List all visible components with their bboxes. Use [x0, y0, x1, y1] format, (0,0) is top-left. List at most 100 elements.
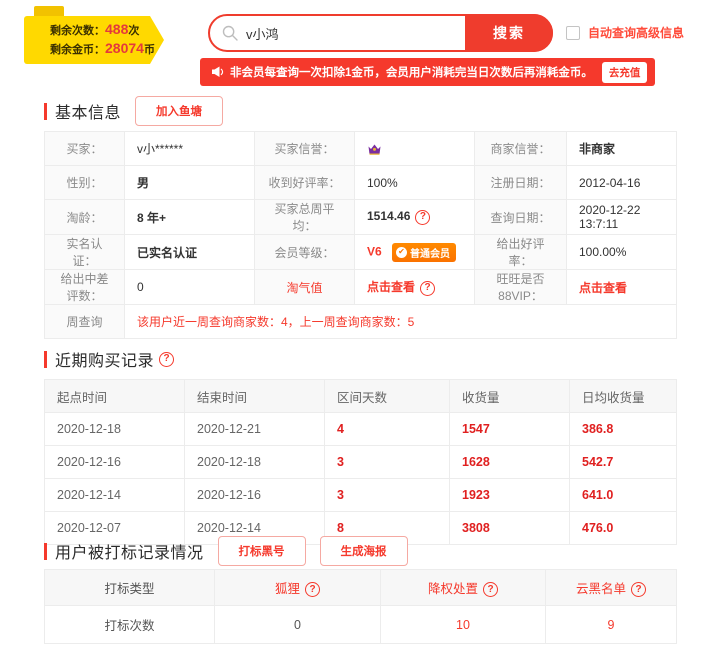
- help-icon-weekly-average[interactable]: ?: [415, 210, 430, 225]
- help-icon-purchase[interactable]: ?: [159, 352, 174, 367]
- field-value-weekly-average: 1514.46?: [355, 200, 475, 235]
- notice-banner: 非会员每查询一次扣除1金币，会员用户消耗完当日次数后再消耗金币。 去充值: [200, 58, 655, 86]
- table-row: 2020-12-18 2020-12-21 4 1547 386.8: [45, 413, 677, 446]
- field-value-naughty-value: 点击查看?: [355, 270, 475, 305]
- col-fox: 狐狸?: [215, 570, 381, 606]
- field-value-gender: 男: [125, 166, 255, 200]
- help-icon-demotion[interactable]: ?: [483, 582, 498, 597]
- col-cloud-blacklist: 云黑名单?: [546, 570, 677, 606]
- auto-query-option[interactable]: 自动查询高级信息: [566, 24, 684, 41]
- megaphone-icon: [210, 65, 225, 79]
- field-value-bad-reviews: 0: [125, 270, 255, 305]
- basic-info-title: 基本信息: [55, 99, 121, 123]
- tag-section-header: 用户被打标记录情况 打标黑号 生成海报: [44, 536, 408, 566]
- purchase-section-header: 近期购买记录 ?: [44, 347, 174, 371]
- field-value-88vip-link[interactable]: 点击查看: [567, 270, 677, 305]
- col-fox-label: 狐狸: [275, 582, 300, 596]
- remaining-coin-value: 28074: [105, 40, 144, 56]
- search-input[interactable]: [246, 26, 476, 41]
- field-label-gender: 性别：: [45, 166, 125, 200]
- field-label-naughty-value: 淘气值: [255, 270, 355, 305]
- col-end-time: 结束时间: [185, 380, 325, 413]
- cell-end-time: 2020-12-18: [185, 446, 325, 479]
- table-header-row: 起点时间 结束时间 区间天数 收货量 日均收货量: [45, 380, 677, 413]
- cell-received-qty: 1923: [450, 479, 570, 512]
- table-row: 2020-12-16 2020-12-18 3 1628 542.7: [45, 446, 677, 479]
- field-value-realname: 已实名认证: [125, 235, 255, 270]
- table-row: 性别： 男 收到好评率： 100% 注册日期： 2012-04-16: [45, 166, 677, 200]
- generate-poster-button[interactable]: 生成海报: [320, 536, 408, 566]
- ribbon-body: 剩余次数：488次 剩余金币：28074币: [24, 16, 164, 64]
- weekly-average-number: 1514.46: [367, 209, 410, 223]
- remaining-coin-line: 剩余金币：28074币: [50, 40, 164, 59]
- field-label-query-date: 查询日期：: [475, 200, 567, 235]
- cell-end-time: 2020-12-21: [185, 413, 325, 446]
- purchase-title: 近期购买记录: [55, 347, 154, 371]
- field-value-query-date: 2020-12-22 13:7:11: [567, 200, 677, 235]
- crown-icon: [367, 142, 382, 156]
- table-row: 实名认证： 已实名认证 会员等级： V6 ✔ 普通会员 给出好评率： 100.0…: [45, 235, 677, 270]
- purchase-records-table: 起点时间 结束时间 区间天数 收货量 日均收货量 2020-12-18 2020…: [44, 379, 677, 545]
- field-value-given-praise: 100.00%: [567, 235, 677, 270]
- cell-received-qty: 1628: [450, 446, 570, 479]
- tag-records-table: 打标类型 狐狸? 降权处置? 云黑名单? 打标次数 0 10 9: [44, 569, 677, 644]
- recharge-button[interactable]: 去充值: [602, 62, 648, 83]
- cell-start-time: 2020-12-16: [45, 446, 185, 479]
- cell-received-qty: 3808: [450, 512, 570, 545]
- table-header-row: 打标类型 狐狸? 降权处置? 云黑名单?: [45, 570, 677, 606]
- table-row: 打标次数 0 10 9: [45, 606, 677, 644]
- help-icon-naughty-value[interactable]: ?: [420, 281, 435, 296]
- field-label-register-date: 注册日期：: [475, 166, 567, 200]
- cell-daily-avg: 476.0: [570, 512, 677, 545]
- cell-interval-days: 4: [325, 413, 450, 446]
- table-row: 给出中差评数： 0 淘气值 点击查看? 旺旺是否88VIP： 点击查看: [45, 270, 677, 305]
- section-accent-bar: [44, 103, 47, 120]
- help-icon-cloud-blacklist[interactable]: ?: [631, 582, 646, 597]
- remaining-count-value: 488: [105, 21, 128, 37]
- col-received-qty: 收货量: [450, 380, 570, 413]
- section-accent-bar: [44, 543, 47, 560]
- member-badge-label: 普通会员: [410, 245, 450, 260]
- field-value-buyer-credit: [355, 132, 475, 166]
- remaining-count-unit: 次: [128, 25, 139, 37]
- remaining-coin-unit: 币: [144, 44, 155, 56]
- remaining-count-label: 剩余次数：: [50, 25, 105, 37]
- cell-received-qty: 1547: [450, 413, 570, 446]
- field-label-given-praise: 给出好评率：: [475, 235, 567, 270]
- field-label-buyer-credit: 买家信誉：: [255, 132, 355, 166]
- field-label-realname: 实名认证：: [45, 235, 125, 270]
- col-interval-days: 区间天数: [325, 380, 450, 413]
- naughty-value-link[interactable]: 点击查看: [367, 280, 415, 294]
- col-daily-avg: 日均收货量: [570, 380, 677, 413]
- table-row: 买家： v小****** 买家信誉： 商家信誉： 非商家: [45, 132, 677, 166]
- field-label-week-query: 周查询: [45, 305, 125, 339]
- field-label-tao-age: 淘龄：: [45, 200, 125, 235]
- notice-text: 非会员每查询一次扣除1金币，会员用户消耗完当日次数后再消耗金币。: [230, 64, 593, 80]
- field-value-received-praise: 100%: [355, 166, 475, 200]
- remaining-coin-label: 剩余金币：: [50, 44, 105, 56]
- col-tag-type: 打标类型: [45, 570, 215, 606]
- cell-demotion-count: 10: [381, 606, 546, 644]
- balance-ribbon: 剩余次数：488次 剩余金币：28074币: [12, 6, 164, 64]
- help-icon-fox[interactable]: ?: [305, 582, 320, 597]
- field-label-member-level: 会员等级：: [255, 235, 355, 270]
- cell-end-time: 2020-12-16: [185, 479, 325, 512]
- auto-query-checkbox[interactable]: [566, 26, 580, 40]
- col-demotion: 降权处置?: [381, 570, 546, 606]
- cell-fox-count: 0: [215, 606, 381, 644]
- field-label-received-praise: 收到好评率：: [255, 166, 355, 200]
- table-row: 淘龄： 8 年+ 买家总周平均： 1514.46? 查询日期： 2020-12-…: [45, 200, 677, 235]
- section-accent-bar: [44, 351, 47, 368]
- cell-daily-avg: 386.8: [570, 413, 677, 446]
- search-button[interactable]: 搜索: [465, 14, 553, 52]
- check-icon: ✔: [396, 247, 407, 258]
- search-icon: [222, 25, 238, 41]
- cell-daily-avg: 542.7: [570, 446, 677, 479]
- cell-tag-count-label: 打标次数: [45, 606, 215, 644]
- join-pond-button[interactable]: 加入鱼塘: [135, 96, 223, 126]
- blacklist-button[interactable]: 打标黑号: [218, 536, 306, 566]
- cell-daily-avg: 641.0: [570, 479, 677, 512]
- table-row: 周查询 该用户近一周查询商家数：4，上一周查询商家数：5: [45, 305, 677, 339]
- table-row: 2020-12-14 2020-12-16 3 1923 641.0: [45, 479, 677, 512]
- field-value-merchant-credit: 非商家: [567, 132, 677, 166]
